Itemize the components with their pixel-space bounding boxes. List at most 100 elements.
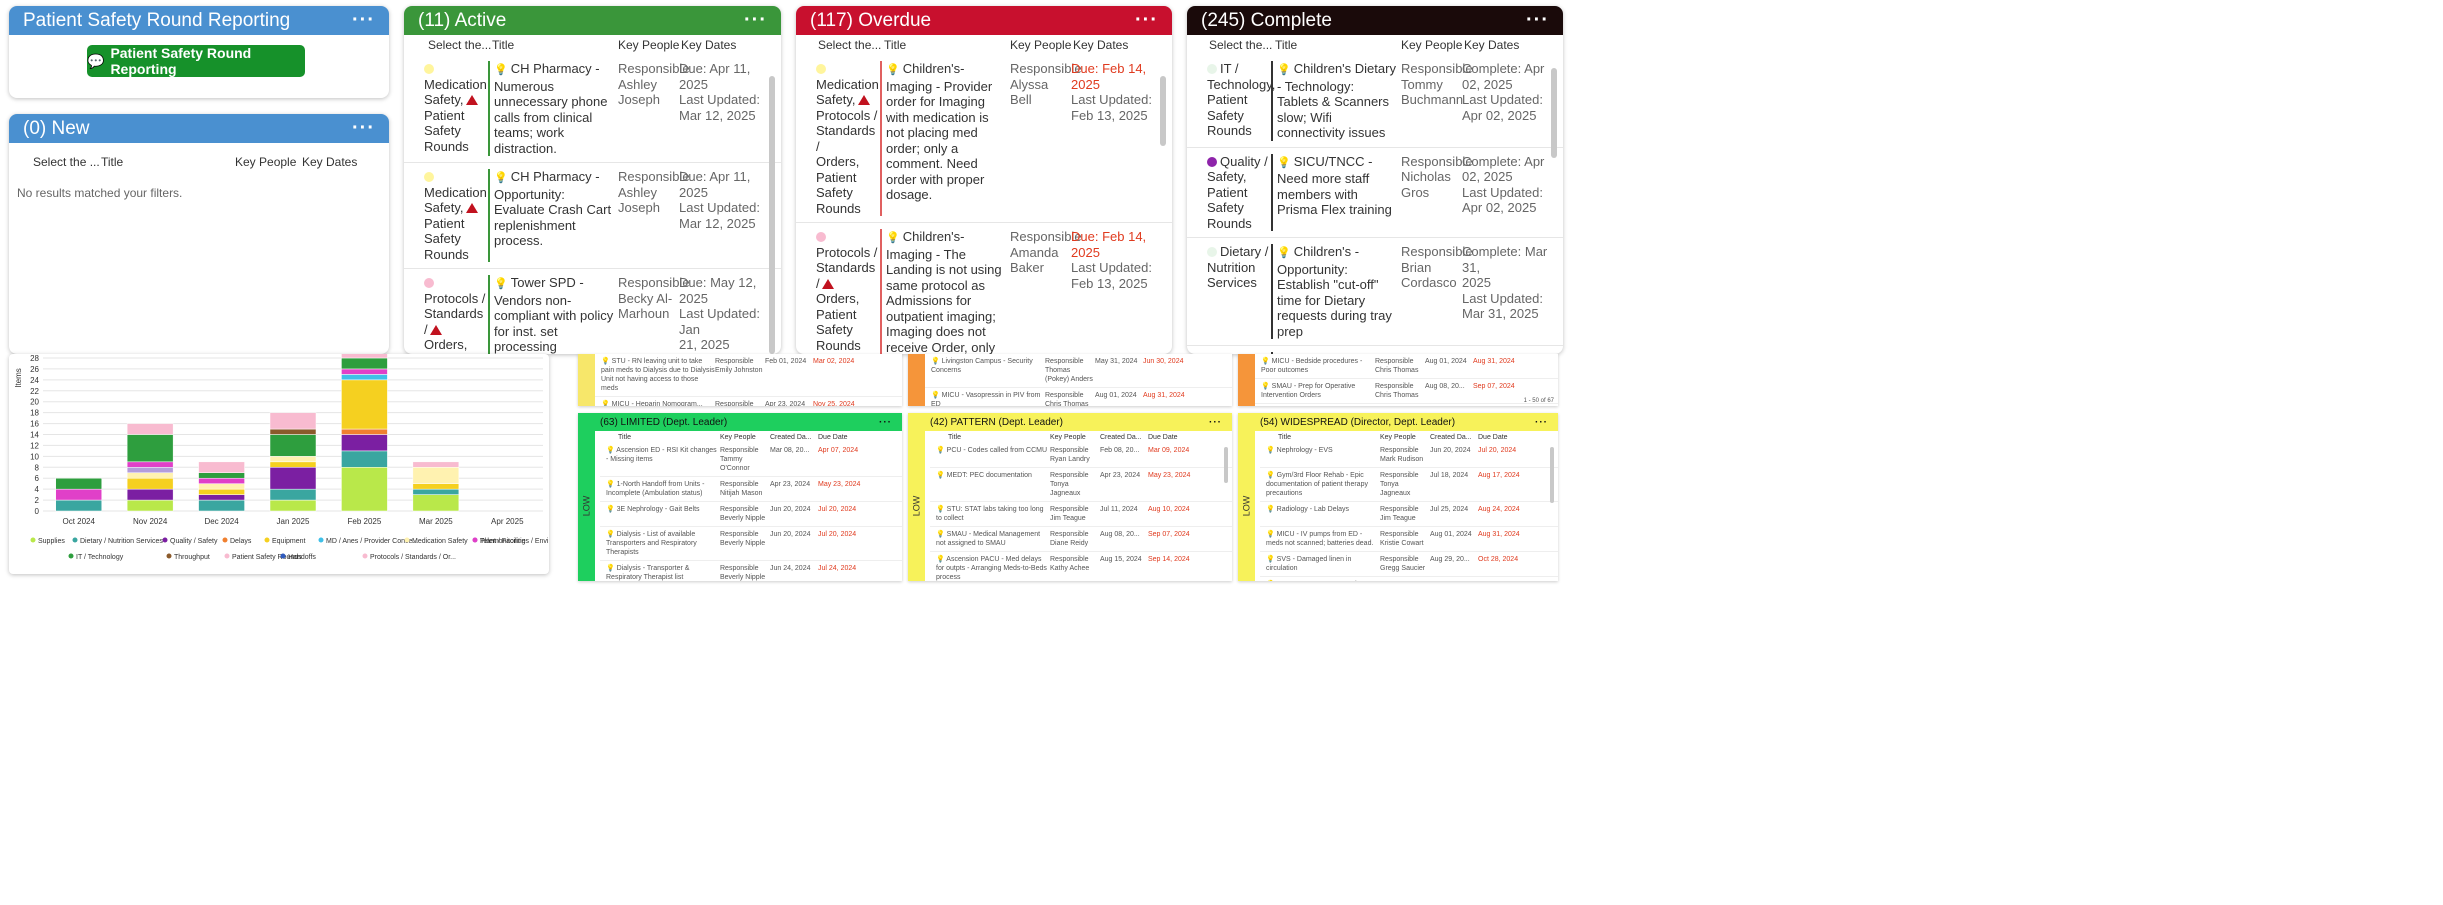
- mini-col-1[interactable]: Key People: [720, 434, 770, 441]
- more-menu-icon[interactable]: ···: [1135, 9, 1158, 32]
- complete-row[interactable]: IT / Technology, Patient Safety Rounds 💡 Chil…: [1187, 55, 1563, 148]
- title-cell[interactable]: 💡 Children's-Imaging - The Landing is no…: [880, 229, 1006, 354]
- mini-row[interactable]: 💡 Ascension ED - RSI Kit changes - Missi…: [600, 443, 902, 477]
- mini-col-2[interactable]: Created Da...: [1430, 434, 1478, 441]
- bar-segment: [126, 477, 174, 490]
- mini-row[interactable]: 💡 Ascension PACU - Med delays for outpts…: [930, 552, 1232, 581]
- title-cell[interactable]: 💡 Tower SPD - Vendors non-compliant with…: [488, 275, 614, 354]
- col-keypeople[interactable]: Key People: [1401, 38, 1464, 52]
- col-title[interactable]: Title: [101, 155, 235, 169]
- more-menu-icon[interactable]: ···: [352, 117, 375, 140]
- mini-row[interactable]: 💡 MEDT: PEC documentation Responsible Ton…: [930, 468, 1232, 502]
- title-cell[interactable]: 💡 Children's-Imaging - Provider order fo…: [880, 61, 1006, 216]
- report-button[interactable]: 💬 Patient Safety Round Reporting: [87, 45, 305, 77]
- complete-row[interactable]: Quality / Safety, Patient Safety Rounds 💡 SIC…: [1187, 148, 1563, 238]
- board-limited: (63) LIMITED (Dept. Leader) ··· LOW Title…: [578, 413, 902, 581]
- mini-row[interactable]: 💡 HVB - IT Concerns - Hardware and Commu…: [1260, 577, 1558, 581]
- key-people-text: Responsible: [1401, 61, 1473, 76]
- mini-col-1[interactable]: Key People: [1380, 434, 1430, 441]
- more-menu-icon[interactable]: ···: [1535, 417, 1548, 428]
- overdue-row[interactable]: Medication Safety, Protocols / Standards / O…: [796, 55, 1172, 223]
- more-menu-icon[interactable]: ···: [744, 9, 767, 32]
- mini-row[interactable]: 💡 SMAU - Medical Management not assigned…: [930, 527, 1232, 552]
- mini-col-2[interactable]: Created Da...: [1100, 434, 1148, 441]
- mini-col-3[interactable]: Due Date: [1478, 434, 1528, 441]
- scrollbar[interactable]: [1551, 68, 1557, 158]
- mini-row[interactable]: 💡 SVS - Damaged linen in circulation Resp…: [1260, 552, 1558, 577]
- mini-row[interactable]: 💡 MICU - IV pumps from ED - meds not sca…: [1260, 527, 1558, 552]
- mini-row[interactable]: 💡 Dialysis - Transporter & Respiratory T…: [600, 561, 902, 581]
- mini-row[interactable]: 💡 MICU - Heparin Nomogram... Responsible A…: [595, 397, 902, 406]
- mini-col-0[interactable]: Title: [930, 434, 1050, 441]
- col-keydates[interactable]: Key Dates: [681, 38, 761, 52]
- mini-row[interactable]: 💡 Nephrology - EVS Responsible Mark Rudis…: [1260, 443, 1558, 468]
- scrollbar[interactable]: [769, 76, 775, 354]
- mini-row[interactable]: 💡 Radiology - Lab Delays Responsible Jim …: [1260, 502, 1558, 527]
- col-select[interactable]: Select the...: [818, 38, 884, 52]
- active-col-header: Select the... Title Key People Key Dates: [404, 35, 781, 55]
- overdue-row[interactable]: Protocols / Standards / Orders, Patient Safe…: [796, 223, 1172, 354]
- complete-row[interactable]: Dietary / Nutrition Services 💡 Children's -…: [1187, 238, 1563, 346]
- category-text: Nutrition: [1207, 259, 1256, 275]
- col-title[interactable]: Title: [884, 38, 1010, 52]
- key-people-text: Baker: [1010, 260, 1044, 275]
- y-tick-label: 8: [35, 463, 40, 472]
- mini-row[interactable]: 💡 1-North Handoff from Units - Incomplet…: [600, 477, 902, 502]
- due-date-text: Due: Feb 14, 2025: [1071, 61, 1147, 92]
- col-keydates[interactable]: Key Dates: [1464, 38, 1544, 52]
- complete-row[interactable]: Dietary /NutritionServices,Patient💡 Chil…: [1187, 346, 1563, 354]
- warning-icon: [857, 95, 870, 105]
- more-menu-icon[interactable]: ···: [879, 417, 892, 428]
- mini-row[interactable]: 💡 MICU - Vasopressin in PIV from ED Respo…: [925, 388, 1232, 406]
- mini-row[interactable]: 💡 SMAU - Prep for Operative Intervention…: [1255, 379, 1558, 404]
- col-keydates[interactable]: Key Dates: [302, 155, 362, 169]
- scrollbar[interactable]: [1224, 447, 1228, 483]
- mini-col-2[interactable]: Created Da...: [770, 434, 818, 441]
- category-dot-icon: [816, 232, 826, 242]
- col-keydates[interactable]: Key Dates: [1073, 38, 1153, 52]
- more-menu-icon[interactable]: ···: [1526, 9, 1549, 32]
- active-list: Medication Safety, Patient Safety Rounds 💡 CH…: [404, 55, 781, 354]
- mini-row[interactable]: 💡 MICU - Bedside procedures - Poor outco…: [1255, 354, 1558, 379]
- mini-col-1[interactable]: Key People: [1050, 434, 1100, 441]
- title-cell[interactable]: 💡 Children's Dietary - Technology: Table…: [1271, 61, 1397, 141]
- mini-row[interactable]: 💡 Livingston Campus - Security Concerns R…: [925, 354, 1232, 388]
- title-cell[interactable]: 💡 Children's - Opportunity: Establish "c…: [1271, 244, 1397, 339]
- key-people-text: Responsible: [618, 275, 690, 290]
- mini-col-3[interactable]: Due Date: [1148, 434, 1198, 441]
- mini-created: Jul 18, 2024: [1430, 472, 1469, 479]
- more-menu-icon[interactable]: ···: [352, 9, 375, 32]
- mini-row[interactable]: 💡 Dialysis - List of available Transport…: [600, 527, 902, 561]
- mini-col-0[interactable]: Title: [600, 434, 720, 441]
- title-cell[interactable]: 💡 SICU/TNCC - Need more staff members wi…: [1271, 153, 1397, 231]
- title-cell[interactable]: 💡 CH Pharmacy - Opportunity: Evaluate Cr…: [488, 169, 614, 262]
- mini-people: Responsible Kristie Cowart: [1380, 531, 1424, 547]
- col-keypeople[interactable]: Key People: [235, 155, 302, 169]
- mini-row[interactable]: 💡 STU - RN leaving unit to take pain med…: [595, 354, 902, 397]
- active-row[interactable]: Protocols /Standards /Orders,PatientSafe…: [404, 269, 781, 354]
- mini-people: Responsible Thomas (Pokey) Anders: [1045, 358, 1093, 383]
- col-select[interactable]: Select the...: [428, 38, 492, 52]
- col-title[interactable]: Title: [492, 38, 618, 52]
- mini-col-3[interactable]: Due Date: [818, 434, 868, 441]
- scrollbar[interactable]: [1160, 76, 1166, 146]
- title-text: Children's - Opportunity: Establish "cut…: [1277, 244, 1392, 339]
- bar-segment: [55, 477, 102, 490]
- col-select[interactable]: Select the ...: [33, 155, 101, 169]
- mini-row[interactable]: 💡 STU: STAT labs taking too long to coll…: [930, 502, 1232, 527]
- active-row[interactable]: Medication Safety, Patient Safety Rounds 💡 CH…: [404, 163, 781, 269]
- mini-row[interactable]: 💡 Gym/3rd Floor Rehab - Epic documentati…: [1260, 468, 1558, 502]
- mini-col-0[interactable]: Title: [1260, 434, 1380, 441]
- col-title[interactable]: Title: [1275, 38, 1401, 52]
- col-keypeople[interactable]: Key People: [618, 38, 681, 52]
- active-row[interactable]: Medication Safety, Patient Safety Rounds 💡 CH…: [404, 55, 781, 163]
- col-select[interactable]: Select the...: [1209, 38, 1275, 52]
- more-menu-icon[interactable]: ···: [1209, 417, 1222, 428]
- mini-row[interactable]: 💡 PCU - Codes called from CCMU Responsibl…: [930, 443, 1232, 468]
- mini-title: 💡 Nephrology - EVS: [1266, 447, 1333, 454]
- title-cell[interactable]: 💡 CH Pharmacy - Numerous unnecessary pho…: [488, 61, 614, 156]
- col-keypeople[interactable]: Key People: [1010, 38, 1073, 52]
- mini-row[interactable]: 💡 3E Nephrology - Gait Belts Responsible …: [600, 502, 902, 527]
- lightbulb-icon: 💡: [886, 232, 903, 244]
- scrollbar[interactable]: [1550, 447, 1554, 503]
